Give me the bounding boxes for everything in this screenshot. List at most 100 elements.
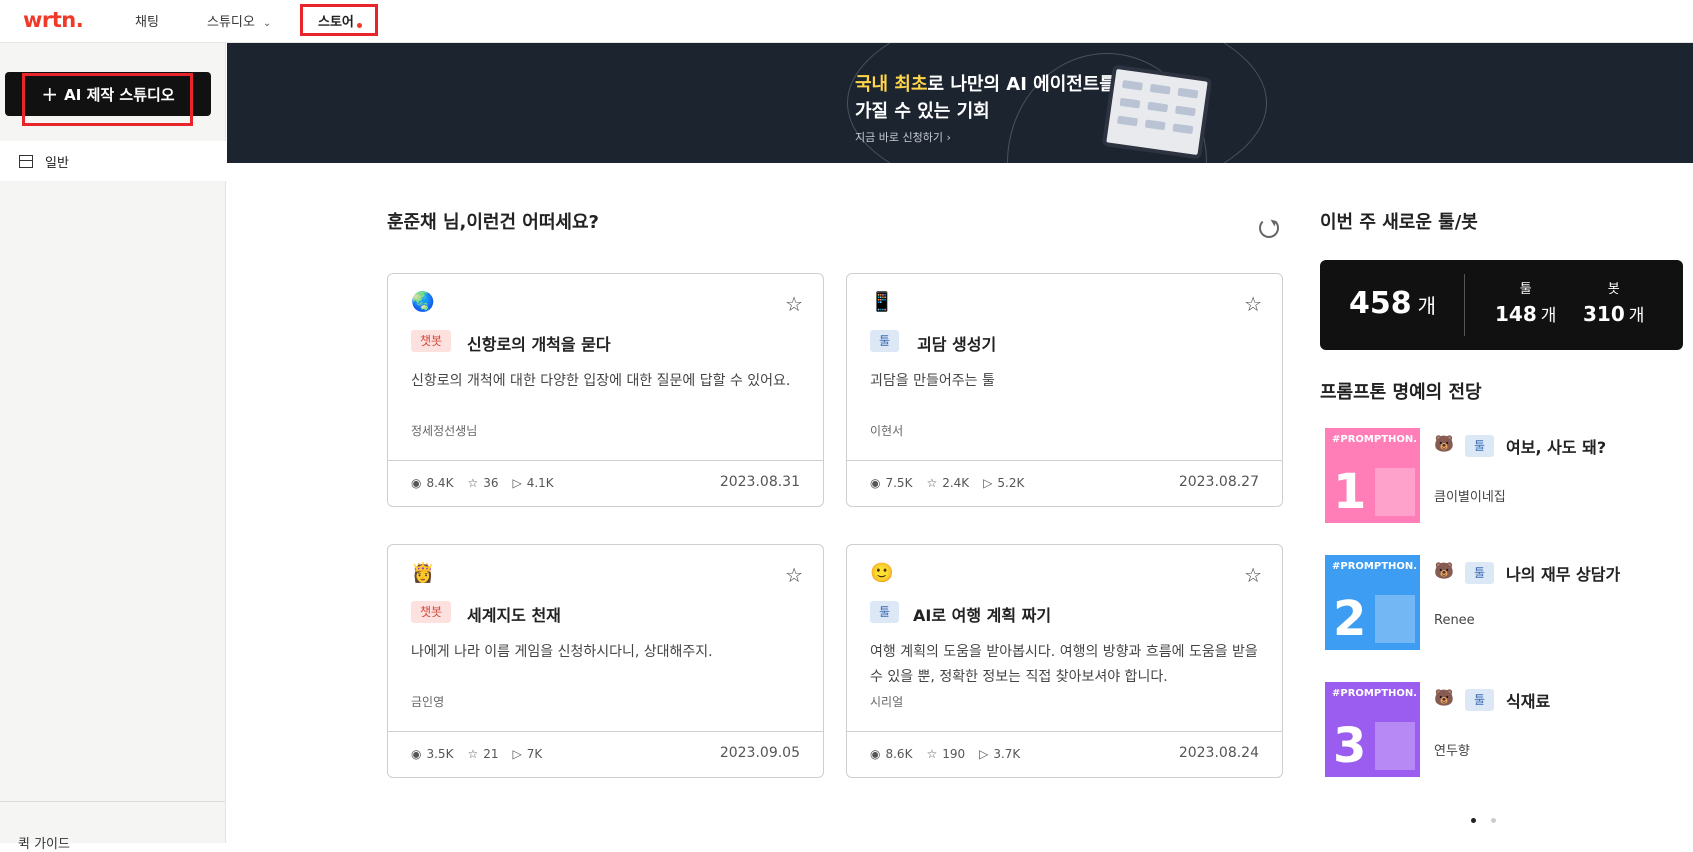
type-tag: 툴 [870,330,900,352]
hall-of-fame-item[interactable]: #PROMPTHON. 2 🐻 툴 나의 재무 상담가 Renee [1325,555,1685,650]
new-dot-badge [357,23,362,28]
play-icon: ▷ [979,747,989,761]
recommend-card[interactable]: 📱 ☆ 툴 괴담 생성기 괴담을 만들어주는 툴 이현서 ◉ 7.5K ☆ 2.4K… [846,273,1283,507]
tool-label: 툴 [1519,282,1532,297]
card-date: 2023.08.24 [1178,745,1259,761]
tablet-illustration [1101,64,1213,160]
nav-studio-label: 스튜디오 [207,15,255,30]
banner-title: 국내 최초로 나만의 AI 에이전트를 가질 수 있는 기회 [855,71,1116,125]
eye-icon: ◉ [870,747,881,761]
studio-highlight-box [22,73,193,126]
banner-cta[interactable]: 지금 바로 신청하기 › [855,129,951,145]
eye-icon: ◉ [870,476,881,490]
thumbnail-brand: #PROMPTHON. [1332,561,1418,572]
sidebar: + AI 제작 스튜디오 일반 퀵 가이드 [0,43,226,852]
hall-of-fame-item[interactable]: #PROMPTHON. 1 🐻 툴 여보, 사도 돼? 큼이별이네집 [1325,428,1685,523]
recommend-card[interactable]: 🌏 ☆ 챗봇 신항로의 개척을 묻다 신항로의 개척에 대한 다양한 입장에 대… [387,273,824,507]
view-count: 7.5K [885,476,913,490]
card-date: 2023.08.27 [1178,474,1259,490]
card-description: 나에게 나라 이름 게임을 신청하시다니, 상대해주지. [411,644,713,660]
rank-number: 3 [1333,718,1367,774]
globe-icon: 🌏 [411,291,435,313]
refresh-icon[interactable] [1259,218,1279,238]
card-author: 금인영 [411,695,445,709]
pagination-dot[interactable] [1471,818,1476,823]
type-tag: 툴 [1465,435,1495,457]
eye-icon: ◉ [411,747,422,761]
type-tag: 툴 [870,601,900,623]
favorite-star-icon[interactable]: ☆ [1244,563,1262,587]
promthon-thumbnail: #PROMPTHON. 3 [1325,682,1420,777]
sidebar-item-label: 일반 [45,155,69,171]
thumbnail-decor [1375,468,1415,516]
nav-studio[interactable]: 스튜디오 ⌄ [207,11,271,30]
recommend-card[interactable]: 🙂 ☆ 툴 AI로 여행 계획 짜기 여행 계획의 도움을 받아봅시다. 여행의… [846,544,1283,778]
bear-icon: 🐻 [1434,561,1454,580]
bear-icon: 🐻 [1434,434,1454,453]
card-title: 괴담 생성기 [917,335,997,354]
recommend-card[interactable]: 👸 ☆ 챗봇 세계지도 천재 나에게 나라 이름 게임을 신청하시다니, 상대해… [387,544,824,778]
eye-icon: ◉ [411,476,422,490]
banner-highlight: 국내 최초 [855,74,928,95]
hall-of-fame-title: 프롬프톤 명예의 전당 [1320,382,1482,403]
princess-icon: 👸 [411,562,435,584]
card-stats: ◉ 8.4K ☆ 36 ▷ 4.1K [411,476,554,490]
top-nav: wrtn. 채팅 스튜디오 ⌄ 스토어 [0,0,1693,43]
type-tag: 챗봇 [411,330,452,352]
play-count: 3.7K [993,747,1021,761]
item-author: Renee [1434,613,1475,628]
tool-count: 148 [1495,302,1537,326]
item-author: 큼이별이네집 [1434,490,1506,505]
nav-store[interactable]: 스토어 [318,11,354,30]
wrtn-logo[interactable]: wrtn. [23,8,84,32]
nav-chat[interactable]: 채팅 [135,11,159,30]
type-tag: 툴 [1465,562,1495,584]
play-icon: ▷ [512,476,522,490]
star-icon: ☆ [467,476,479,490]
favorite-star-icon[interactable]: ☆ [1244,292,1262,316]
promo-banner[interactable]: 국내 최초로 나만의 AI 에이전트를 가질 수 있는 기회 지금 바로 신청하… [227,43,1693,163]
type-tag: 챗봇 [411,601,452,623]
bot-stat: 봇 310 개 [1583,278,1644,326]
tool-stat: 툴 148 개 [1495,278,1556,326]
favorite-star-icon[interactable]: ☆ [785,292,803,316]
favorite-star-icon[interactable]: ☆ [785,563,803,587]
view-count: 8.6K [885,747,913,761]
card-date: 2023.08.31 [719,474,800,490]
smile-icon: 🙂 [870,562,894,584]
phone-icon: 📱 [870,291,894,313]
play-icon: ▷ [983,476,993,490]
star-icon: ☆ [926,476,938,490]
thumbnail-brand: #PROMPTHON. [1332,434,1418,445]
card-divider [388,731,823,732]
carousel-pagination [1471,808,1511,827]
banner-line1: 로 나만의 AI 에이전트를 [927,74,1116,95]
card-divider [388,460,823,461]
card-author: 시리얼 [870,695,904,709]
recommend-title: 훈준채 님,이런건 어떠세요? [387,212,599,233]
card-author: 이현서 [870,424,904,438]
play-icon: ▷ [512,747,522,761]
rank-number: 1 [1333,464,1367,520]
card-description: 괴담을 만들어주는 툴 [870,373,995,389]
bot-label: 봇 [1607,282,1620,297]
view-count: 8.4K [426,476,454,490]
pagination-dot[interactable] [1491,818,1496,823]
sidebar-item-general[interactable]: 일반 [0,141,226,181]
card-description: 신항로의 개척에 대한 다양한 입장에 대한 질문에 답할 수 있어요. [411,373,791,389]
item-title: 식재료 [1506,692,1551,711]
stats-divider [1464,274,1465,336]
view-count: 3.5K [426,747,454,761]
card-stats: ◉ 3.5K ☆ 21 ▷ 7K [411,747,542,761]
rank-number: 2 [1333,591,1367,647]
star-count: 36 [483,476,499,490]
bot-count: 310 [1583,302,1625,326]
item-author: 연두향 [1434,744,1470,759]
chevron-down-icon: ⌄ [262,18,272,29]
star-icon: ☆ [926,747,938,761]
card-stats: ◉ 8.6K ☆ 190 ▷ 3.7K [870,747,1020,761]
card-stats: ◉ 7.5K ☆ 2.4K ▷ 5.2K [870,476,1024,490]
card-author: 정세정선생님 [411,424,478,438]
hall-of-fame-item[interactable]: #PROMPTHON. 3 🐻 툴 식재료 연두향 [1325,682,1685,777]
total-count: 458 [1349,286,1412,321]
